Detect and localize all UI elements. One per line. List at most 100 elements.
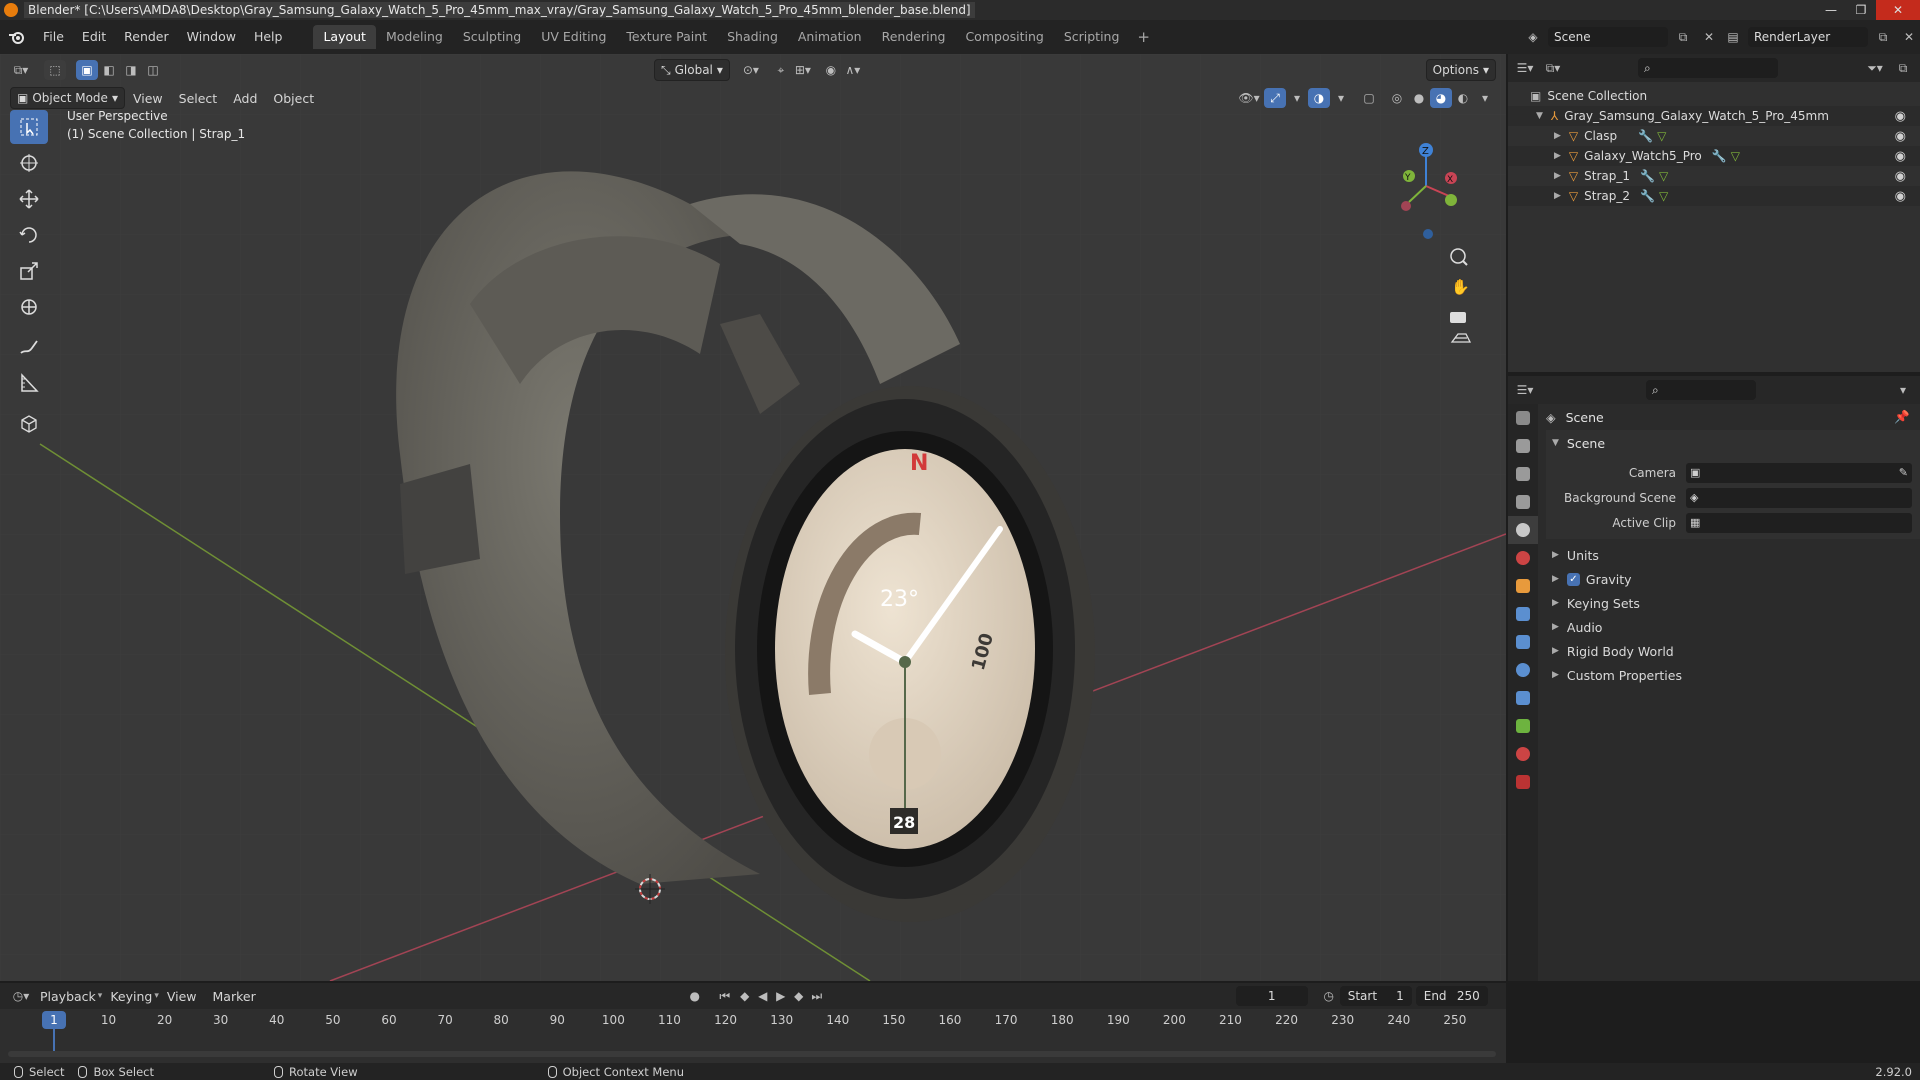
- camera-field[interactable]: ▣ ✎: [1686, 462, 1912, 483]
- playhead-line[interactable]: [53, 1029, 55, 1051]
- current-frame-marker[interactable]: 1: [42, 1011, 66, 1029]
- tab-scene[interactable]: [1508, 516, 1538, 544]
- extend-selection-icon[interactable]: ◧: [98, 60, 120, 80]
- add-workspace-button[interactable]: +: [1129, 28, 1158, 46]
- render-layer-field[interactable]: RenderLayer: [1748, 27, 1868, 47]
- properties-search-input[interactable]: ⌕: [1646, 380, 1756, 400]
- tab-layout[interactable]: Layout: [313, 25, 376, 49]
- expand-icon[interactable]: ▶: [1554, 131, 1561, 141]
- blender-menu-icon[interactable]: [0, 26, 34, 48]
- menu-window[interactable]: Window: [178, 26, 245, 48]
- tab-data[interactable]: [1508, 712, 1538, 740]
- gravity-checkbox[interactable]: ✓: [1566, 572, 1580, 586]
- custom-properties-panel[interactable]: ▶ Custom Properties: [1546, 663, 1920, 687]
- overlay-toggle-icon[interactable]: ◑: [1308, 88, 1330, 108]
- select-box-tool[interactable]: [10, 110, 48, 144]
- properties-editor-type-icon[interactable]: ☰▾: [1514, 380, 1536, 400]
- properties-options-icon[interactable]: ▾: [1892, 380, 1914, 400]
- tab-material[interactable]: [1508, 740, 1538, 768]
- navigation-gizmo[interactable]: Z X Y ✋: [1366, 106, 1486, 346]
- camera-view-icon[interactable]: [1450, 312, 1466, 323]
- tab-tool[interactable]: [1508, 404, 1538, 432]
- tab-output[interactable]: [1508, 460, 1538, 488]
- audio-panel[interactable]: ▶ Audio: [1546, 615, 1920, 639]
- remove-scene-icon[interactable]: ✕: [1698, 27, 1720, 47]
- menu-marker[interactable]: Marker: [205, 989, 264, 1004]
- tab-particles[interactable]: [1508, 628, 1538, 656]
- timeline-scrollbar[interactable]: [8, 1051, 1496, 1057]
- material-preview-icon[interactable]: ◕: [1430, 88, 1452, 108]
- gizmo-toggle-icon[interactable]: ⤢: [1264, 88, 1286, 108]
- overlay-dropdown-icon[interactable]: ▾: [1330, 88, 1352, 108]
- select-tool-icon[interactable]: ⬚: [44, 60, 66, 80]
- options-dropdown[interactable]: Options ▾: [1425, 59, 1496, 81]
- tab-view-layer[interactable]: [1508, 488, 1538, 516]
- units-panel[interactable]: ▶ Units: [1546, 543, 1920, 567]
- new-scene-icon[interactable]: ⧉: [1672, 27, 1694, 47]
- new-selection-icon[interactable]: ▣: [76, 60, 98, 80]
- subtract-selection-icon[interactable]: ◨: [120, 60, 142, 80]
- tab-scripting[interactable]: Scripting: [1054, 25, 1130, 49]
- tab-modeling[interactable]: Modeling: [376, 25, 453, 49]
- remove-layer-icon[interactable]: ✕: [1898, 27, 1920, 47]
- menu-object[interactable]: Object: [265, 91, 322, 106]
- play-reverse-icon[interactable]: ◀: [754, 986, 772, 1006]
- tab-constraints[interactable]: [1508, 684, 1538, 712]
- preview-range-icon[interactable]: ◷: [1318, 986, 1340, 1006]
- active-clip-field[interactable]: ▦: [1686, 512, 1912, 533]
- proportional-edit-icon[interactable]: ◉: [820, 60, 842, 80]
- outliner-editor-type-icon[interactable]: ☰▾: [1514, 58, 1536, 78]
- pan-view-icon[interactable]: ✋: [1451, 278, 1470, 296]
- visibility-eye-icon[interactable]: ◉: [1895, 129, 1906, 144]
- end-frame-field[interactable]: End 250: [1415, 986, 1488, 1006]
- tab-object[interactable]: [1508, 572, 1538, 600]
- measure-tool[interactable]: [10, 366, 48, 400]
- current-frame-field[interactable]: 1: [1235, 986, 1308, 1006]
- menu-add[interactable]: Add: [225, 91, 265, 106]
- 3d-viewport[interactable]: N 23° 100 28 ⧉▾ ⬚ ▣ ◧ ◨ ◫ ⤡ Global ▾ ⊙▾ …: [0, 54, 1506, 981]
- menu-playback[interactable]: Playback: [32, 989, 104, 1004]
- tab-animation[interactable]: Animation: [788, 25, 872, 49]
- transform-orientation-dropdown[interactable]: ⤡ Global ▾: [654, 59, 730, 81]
- jump-end-icon[interactable]: ⏭: [808, 986, 826, 1006]
- falloff-icon[interactable]: ∧▾: [842, 60, 864, 80]
- jump-keyframe-forward-icon[interactable]: ◆: [790, 986, 808, 1006]
- tab-shading[interactable]: Shading: [717, 25, 788, 49]
- zoom-view-icon[interactable]: [1450, 248, 1468, 266]
- menu-edit[interactable]: Edit: [73, 26, 115, 48]
- eyedropper-icon[interactable]: ✎: [1899, 466, 1908, 479]
- transform-tool[interactable]: [10, 290, 48, 324]
- visibility-eye-icon[interactable]: ◉: [1895, 189, 1906, 204]
- expand-icon[interactable]: ▶: [1554, 151, 1561, 161]
- scale-tool[interactable]: [10, 254, 48, 288]
- expand-icon[interactable]: ▼: [1536, 111, 1543, 121]
- outliner-row-clasp[interactable]: ▶ ▽ Clasp 🔧 ▽ ◉: [1508, 126, 1920, 146]
- cursor-tool[interactable]: [10, 146, 48, 180]
- menu-view[interactable]: View: [125, 91, 171, 106]
- perspective-toggle-icon[interactable]: [1450, 333, 1472, 343]
- tab-compositing[interactable]: Compositing: [955, 25, 1053, 49]
- wireframe-shading-icon[interactable]: ◎: [1386, 88, 1408, 108]
- filter-icon[interactable]: ⏷▾: [1864, 58, 1886, 78]
- timeline-ruler[interactable]: 1 10 20 30 40 50 60 70 80 90 100 110 120 130 140 150 160…: [0, 1009, 1506, 1063]
- play-icon[interactable]: ▶: [772, 986, 790, 1006]
- menu-file[interactable]: File: [34, 26, 73, 48]
- menu-help[interactable]: Help: [245, 26, 292, 48]
- pin-icon[interactable]: 📌: [1894, 409, 1910, 425]
- rendered-shading-icon[interactable]: ◐: [1452, 88, 1474, 108]
- solid-shading-icon[interactable]: ●: [1408, 88, 1430, 108]
- menu-view[interactable]: View: [159, 989, 205, 1004]
- snap-target-icon[interactable]: ⊞▾: [792, 60, 814, 80]
- visibility-eye-icon[interactable]: ◉: [1895, 149, 1906, 164]
- menu-render[interactable]: Render: [115, 26, 178, 48]
- display-mode-icon[interactable]: ⧉▾: [1542, 58, 1564, 78]
- tab-sculpting[interactable]: Sculpting: [453, 25, 531, 49]
- visibility-eye-icon[interactable]: ◉: [1895, 109, 1906, 124]
- record-icon[interactable]: ●: [684, 986, 706, 1006]
- tab-physics[interactable]: [1508, 656, 1538, 684]
- maximize-button[interactable]: ❐: [1846, 0, 1876, 20]
- rotate-tool[interactable]: [10, 218, 48, 252]
- render-layer-icon[interactable]: ▤: [1722, 27, 1744, 47]
- expand-icon[interactable]: ▶: [1554, 171, 1561, 181]
- shading-dropdown-icon[interactable]: ▾: [1474, 88, 1496, 108]
